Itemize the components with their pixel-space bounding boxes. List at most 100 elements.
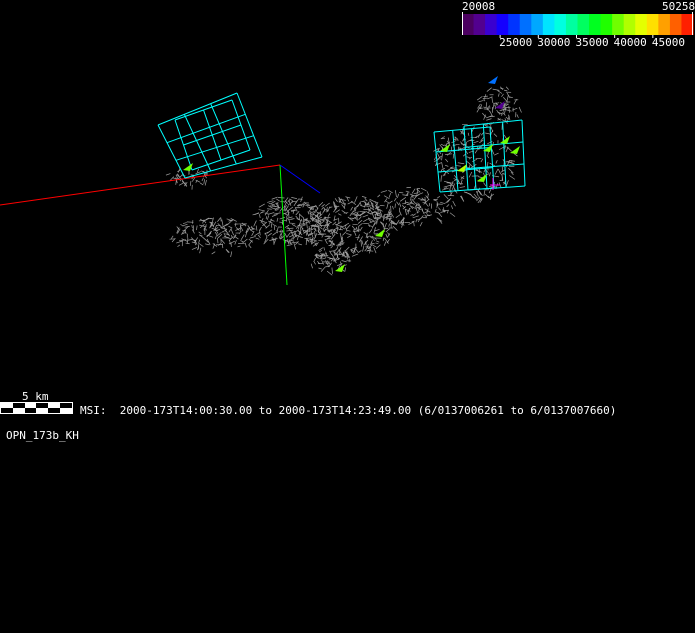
colorbar-swatch [658, 14, 671, 35]
3d-scene[interactable] [0, 0, 695, 633]
terrain-mesh-segment [369, 235, 372, 239]
terrain-mesh-segment [505, 109, 512, 112]
terrain-mesh-segment [459, 186, 466, 188]
terrain-mesh-segment [420, 215, 424, 219]
terrain-mesh-segment [189, 180, 192, 186]
terrain-mesh-segment [252, 212, 260, 216]
terrain-mesh-segment [356, 226, 358, 231]
terrain-mesh-segment [187, 238, 194, 241]
terrain-mesh-segment [363, 208, 369, 211]
terrain-mesh-segment [380, 190, 388, 193]
terrain-mesh-segment [326, 270, 333, 276]
terrain-mesh-segment [326, 256, 333, 260]
terrain-mesh-segment [492, 88, 500, 91]
terrain-mesh-segment [441, 153, 443, 161]
terrain-mesh-segment [371, 222, 376, 229]
terrain-mesh-segment [177, 244, 181, 247]
terrain-mesh-segment [452, 153, 455, 159]
terrain-mesh-segment [286, 229, 293, 232]
terrain-mesh-segment [347, 201, 353, 205]
terrain-mesh-segment [443, 184, 451, 188]
terrain-mesh-segment [290, 222, 296, 225]
colorbar-tick-label: 35000 [575, 36, 609, 49]
terrain-mesh-segment [501, 93, 504, 98]
terrain-mesh-segment [345, 196, 351, 199]
terrain-mesh-segment [354, 204, 360, 210]
terrain-mesh-segment [359, 226, 363, 232]
terrain-mesh-segment [413, 221, 415, 227]
scale-bar-segment [24, 408, 37, 413]
terrain-mesh-segment [318, 202, 324, 207]
terrain-mesh-segment [385, 233, 388, 238]
terrain-mesh-segment [394, 190, 397, 198]
terrain-mesh-segment [486, 118, 492, 121]
terrain-mesh-segment [346, 197, 350, 202]
terrain-mesh-segment [428, 202, 431, 207]
terrain-mesh-segment [482, 112, 487, 118]
terrain-mesh-segment [412, 215, 419, 219]
terrain-mesh-segment [204, 243, 210, 246]
terrain-mesh-segment [341, 210, 348, 215]
terrain-mesh-segment [440, 143, 445, 147]
terrain-mesh-segment [335, 209, 340, 213]
terrain-mesh-segment [449, 212, 456, 217]
visualization-viewport[interactable]: 20008 50258 25000 30000 35000 40000 45000 5 … [0, 0, 695, 633]
terrain-mesh-segment [462, 153, 466, 157]
terrain-mesh-segment [273, 237, 277, 244]
terrain-mesh-segment [477, 96, 483, 101]
terrain-mesh-segment [265, 216, 268, 220]
terrain-mesh-segment [255, 225, 258, 231]
colorbar-swatch [508, 14, 521, 35]
terrain-mesh-segment [368, 208, 374, 214]
terrain-mesh-segment [386, 202, 389, 209]
terrain-mesh-segment [334, 198, 338, 202]
terrain-mesh-segment [345, 224, 351, 230]
colorbar-swatch [635, 14, 648, 35]
scale-bar-segment [59, 408, 72, 413]
terrain-mesh-segment [371, 243, 377, 248]
terrain-mesh-segment [410, 213, 414, 216]
footprint-grid-line [183, 114, 212, 172]
terrain-mesh-segment [493, 133, 498, 137]
terrain-mesh-segment [182, 222, 187, 224]
terrain-mesh-segment [358, 250, 362, 253]
data-footprint-blob [510, 146, 520, 154]
terrain-mesh-segment [361, 196, 367, 198]
footprint-grid-line [433, 131, 441, 193]
terrain-mesh-segment [176, 226, 179, 230]
colorbar-swatch [612, 14, 625, 35]
terrain-mesh-segment [323, 247, 325, 251]
terrain-mesh-segment [393, 197, 397, 202]
terrain-mesh-segment [283, 207, 286, 212]
colorbar-swatch [462, 14, 475, 35]
terrain-mesh-segment [322, 210, 325, 214]
terrain-mesh-segment [483, 182, 487, 187]
terrain-mesh-segment [516, 114, 519, 118]
terrain-mesh-segment [257, 234, 261, 239]
terrain-mesh-segment [445, 198, 450, 204]
colorbar-swatch [565, 14, 578, 35]
terrain-mesh-segment [203, 179, 206, 184]
terrain-mesh-segment [191, 225, 193, 229]
terrain-mesh-segment [506, 92, 511, 99]
terrain-mesh-segment [302, 221, 309, 225]
terrain-mesh-segment [492, 104, 495, 110]
terrain-mesh-segment [358, 222, 363, 227]
terrain-mesh-segment [235, 237, 239, 240]
terrain-mesh-segment [251, 231, 255, 237]
terrain-mesh-segment [267, 212, 275, 215]
terrain-mesh-segment [438, 207, 441, 211]
terrain-mesh-segment [221, 219, 224, 226]
terrain-mesh-segment [267, 208, 272, 210]
terrain-mesh-segment [505, 86, 509, 90]
scale-bar-segment [12, 408, 25, 413]
terrain-mesh-segment [342, 231, 347, 236]
terrain-mesh-segment [301, 224, 306, 227]
terrain-mesh-segment [244, 242, 247, 248]
footprint-grid-line [463, 125, 469, 191]
terrain-mesh-segment [508, 105, 510, 113]
terrain-mesh-segment [477, 189, 482, 196]
terrain-mesh-segment [288, 219, 291, 224]
colorbar-swatch [496, 14, 509, 35]
terrain-mesh-segment [491, 96, 493, 103]
